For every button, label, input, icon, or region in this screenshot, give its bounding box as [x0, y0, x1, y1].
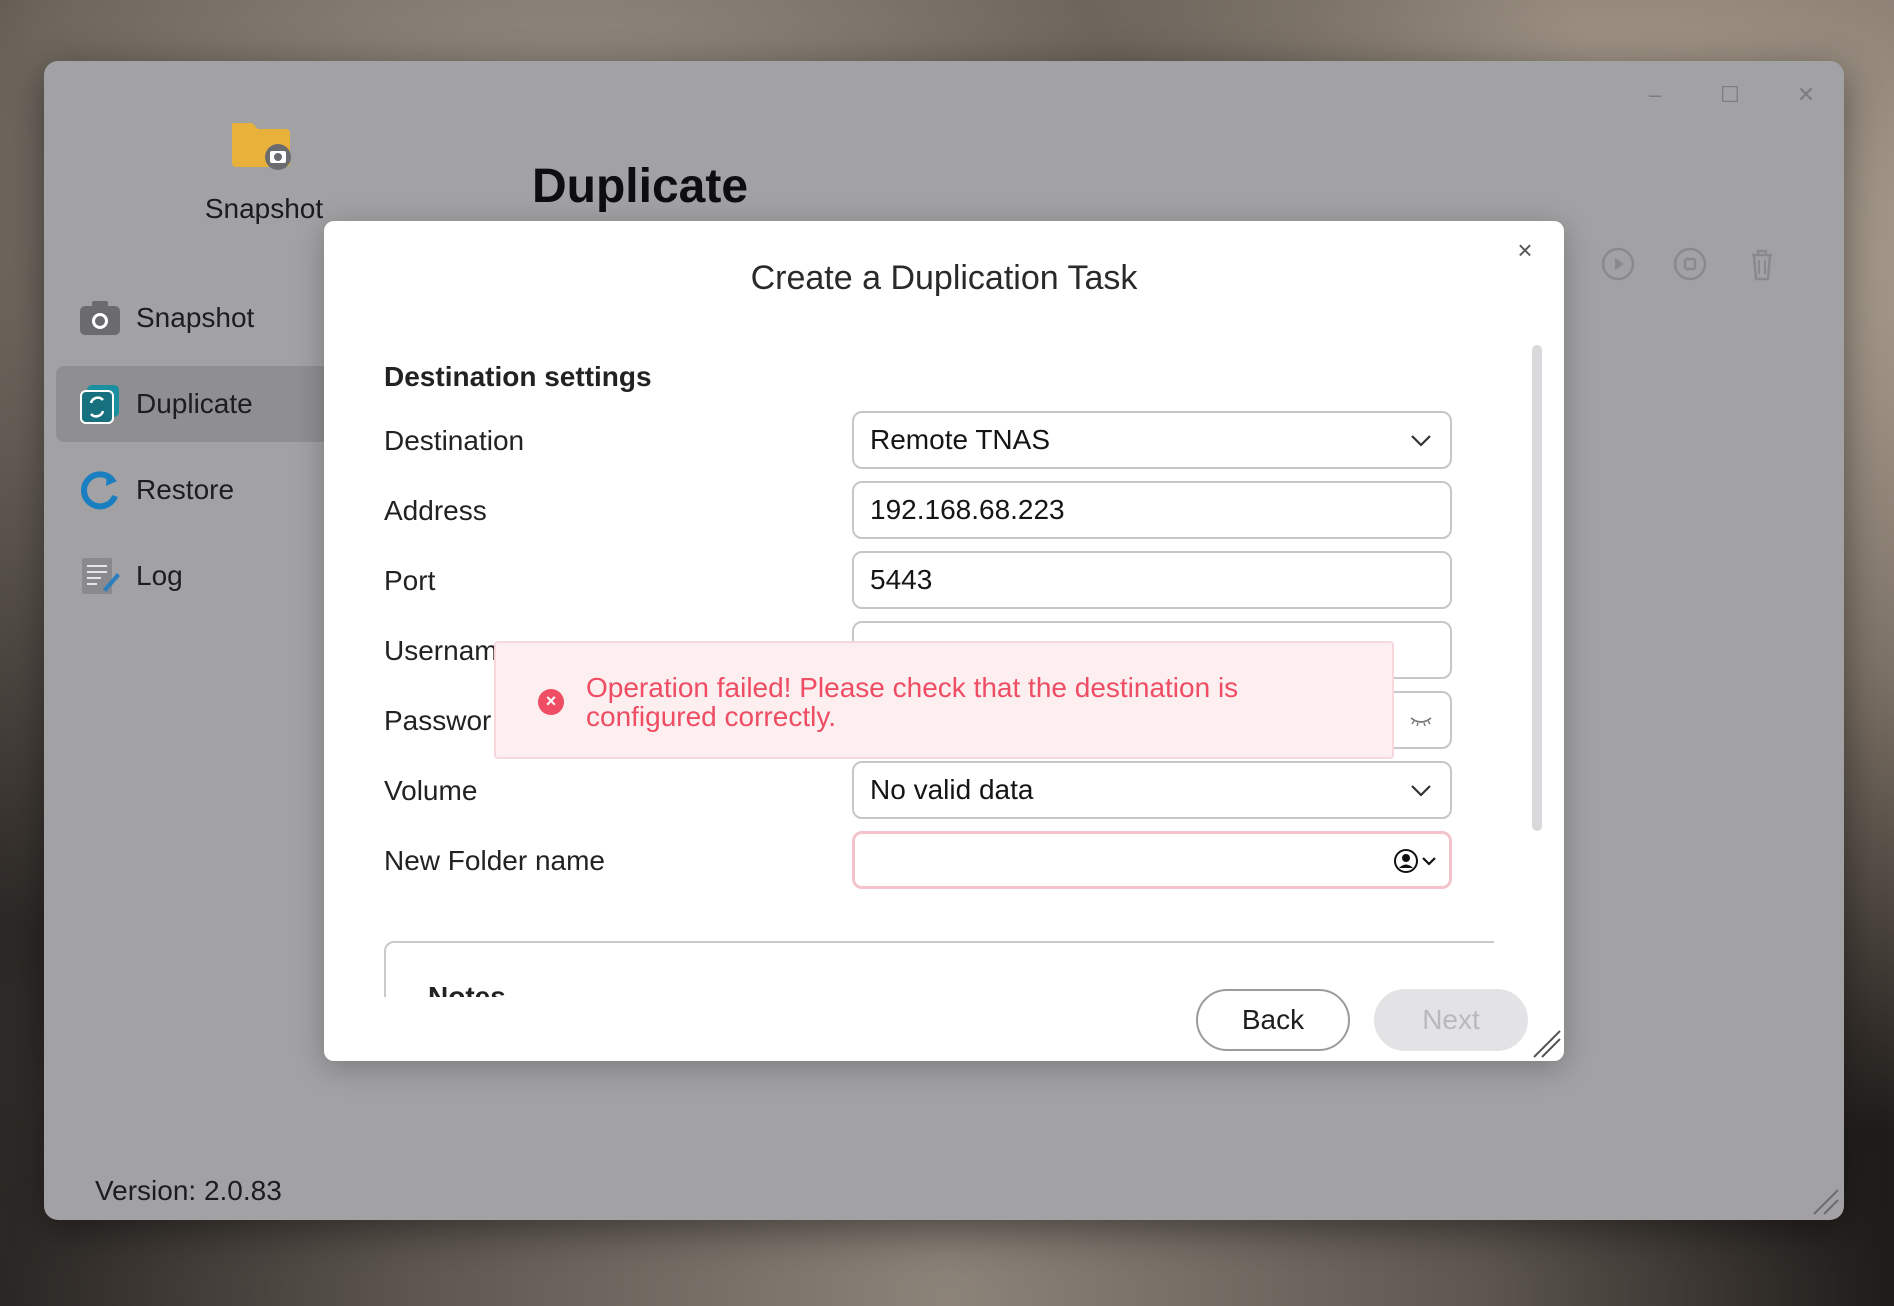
minimize-icon[interactable]: – — [1635, 75, 1675, 115]
address-input[interactable]: 192.168.68.223 — [852, 481, 1452, 539]
address-label: Address — [384, 495, 487, 526]
play-icon[interactable] — [1600, 246, 1636, 282]
trash-icon[interactable] — [1744, 246, 1780, 282]
chevron-down-icon — [1411, 435, 1431, 447]
section-title: Destination settings — [384, 361, 652, 392]
toast-message: Operation failed! Please check that the … — [586, 672, 1239, 732]
password-label: Passwor — [384, 705, 492, 736]
close-window-icon[interactable]: ✕ — [1786, 75, 1826, 115]
dialog-title: Create a Duplication Task — [750, 259, 1138, 297]
volume-value: No valid data — [870, 774, 1034, 805]
sidebar-item-label: Duplicate — [136, 388, 253, 419]
address-row: Address 192.168.68.223 — [384, 481, 1484, 539]
notes-box: Notes — [384, 941, 1494, 997]
user-dropdown-icon[interactable] — [1393, 847, 1439, 875]
dialog-scrollbar[interactable] — [1532, 345, 1542, 831]
sidebar-item-label: Restore — [136, 474, 235, 505]
address-value: 192.168.68.223 — [870, 494, 1065, 525]
maximize-icon[interactable]: ☐ — [1710, 75, 1750, 115]
username-label: Usernam — [384, 635, 498, 666]
error-toast: × Operation failed! Please check that th… — [494, 641, 1394, 759]
next-button[interactable]: Next — [1374, 989, 1528, 1051]
version-label: Version: 2.0.83 — [95, 1175, 282, 1206]
back-button[interactable]: Back — [1196, 989, 1350, 1051]
sidebar-item-label: Snapshot — [136, 302, 255, 333]
volume-label: Volume — [384, 775, 478, 806]
dialog-resize-grip[interactable] — [1530, 1027, 1562, 1059]
log-icon — [78, 554, 122, 598]
eye-closed-icon[interactable] — [1408, 707, 1434, 733]
restore-icon — [78, 468, 122, 512]
window-resize-grip[interactable] — [1810, 1186, 1840, 1216]
stop-icon[interactable] — [1672, 246, 1708, 282]
camera-icon — [78, 296, 122, 340]
volume-select[interactable]: No valid data — [852, 761, 1452, 819]
port-row: Port 5443 — [384, 551, 1484, 609]
volume-row: Volume No valid data — [384, 761, 1484, 819]
sidebar-item-label: Log — [136, 560, 183, 591]
new-folder-input[interactable] — [852, 831, 1452, 889]
page-title: Duplicate — [532, 160, 749, 213]
close-icon[interactable]: × — [1508, 233, 1542, 267]
destination-select[interactable]: Remote TNAS — [852, 411, 1452, 469]
destination-label: Destination — [384, 425, 525, 456]
chevron-down-icon — [1411, 785, 1431, 797]
error-icon: × — [538, 689, 564, 715]
duplicate-icon — [78, 382, 122, 426]
snapshot-app-logo — [232, 123, 291, 170]
new-folder-label: New Folder name — [384, 845, 605, 876]
destination-row: Destination Remote TNAS — [384, 411, 1484, 469]
new-folder-row: New Folder name — [384, 831, 1484, 889]
port-input[interactable]: 5443 — [852, 551, 1452, 609]
notes-title: Notes — [428, 981, 506, 997]
toolbar — [1600, 246, 1780, 282]
destination-value: Remote TNAS — [870, 424, 1050, 455]
port-value: 5443 — [870, 564, 933, 595]
port-label: Port — [384, 565, 436, 596]
app-name: Snapshot — [204, 193, 324, 224]
